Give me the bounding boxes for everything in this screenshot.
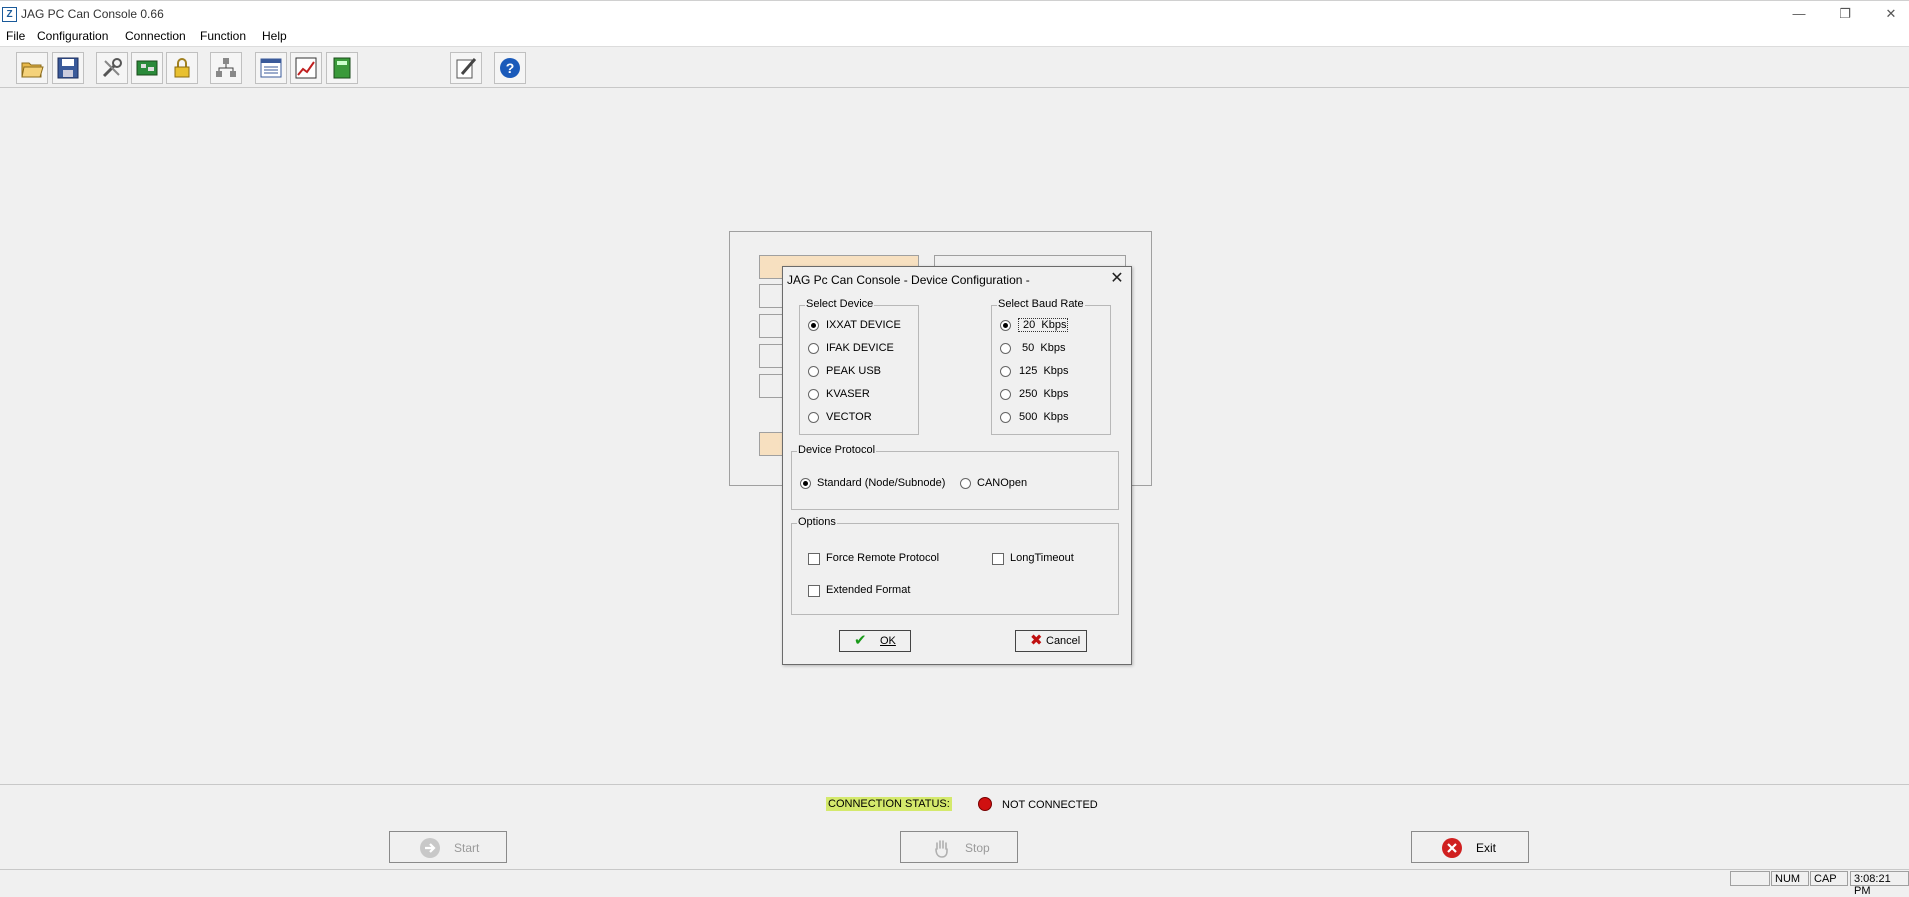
restore-button[interactable]: ❐ xyxy=(1832,5,1858,23)
caps-lock-indicator: CAP xyxy=(1810,871,1848,886)
dialog-title: JAG Pc Can Console - Device Configuratio… xyxy=(787,273,1030,287)
select-device-label: Select Device xyxy=(805,298,875,310)
stop-button[interactable]: Stop xyxy=(900,831,1018,863)
arrow-right-icon xyxy=(420,838,440,858)
select-baud-rate-group: Select Baud Rate 20 Kbps 50 Kbps 125 Kbp… xyxy=(991,298,1111,435)
status-bar: NUM CAP 3:08:21 PM xyxy=(0,869,1909,897)
tools-icon[interactable] xyxy=(96,52,128,84)
device-protocol-group: Device Protocol Standard (Node/Subnode) … xyxy=(791,444,1119,510)
check-icon: ✔ xyxy=(854,632,867,649)
app-icon: Z xyxy=(2,7,17,22)
hand-stop-icon xyxy=(931,838,951,858)
network-icon[interactable] xyxy=(210,52,242,84)
num-lock-indicator: NUM xyxy=(1771,871,1809,886)
x-icon: ✖ xyxy=(1030,632,1043,649)
statusbar-empty-cell xyxy=(1730,871,1770,886)
ok-button[interactable]: ✔ OK xyxy=(839,630,911,652)
open-folder-icon[interactable] xyxy=(16,52,48,84)
title-bar: Z JAG PC Can Console 0.66 — ❐ ✕ xyxy=(0,0,1909,27)
connection-status-label: CONNECTION STATUS: xyxy=(826,797,952,811)
chart-icon[interactable] xyxy=(290,52,322,84)
edit-icon[interactable] xyxy=(450,52,482,84)
menu-function[interactable]: Function xyxy=(200,29,246,43)
lock-icon[interactable] xyxy=(166,52,198,84)
book-icon[interactable] xyxy=(326,52,358,84)
options-label: Options xyxy=(797,516,837,528)
options-group: Options Force Remote Protocol LongTimeou… xyxy=(791,516,1119,615)
menu-configuration[interactable]: Configuration xyxy=(37,29,108,43)
separator xyxy=(0,784,1909,785)
menu-bar: File Configuration Connection Function H… xyxy=(0,26,1909,47)
menu-file[interactable]: File xyxy=(6,29,25,43)
device-protocol-label: Device Protocol xyxy=(797,444,877,456)
clock: 3:08:21 PM xyxy=(1850,871,1909,897)
help-icon[interactable]: ? xyxy=(494,52,526,84)
exit-button[interactable]: Exit xyxy=(1411,831,1529,863)
window-title: JAG PC Can Console 0.66 xyxy=(21,7,164,21)
toolbar: ? xyxy=(0,47,1909,88)
menu-connection[interactable]: Connection xyxy=(125,29,186,43)
circuit-board-icon[interactable] xyxy=(131,52,163,84)
menu-help[interactable]: Help xyxy=(262,29,287,43)
list-window-icon[interactable] xyxy=(255,52,287,84)
device-configuration-dialog: JAG Pc Can Console - Device Configuratio… xyxy=(782,266,1132,665)
connection-status-value: NOT CONNECTED xyxy=(1002,799,1098,811)
save-icon[interactable] xyxy=(52,52,84,84)
close-window-button[interactable]: ✕ xyxy=(1878,5,1904,23)
start-button[interactable]: Start xyxy=(389,831,507,863)
dialog-close-icon[interactable]: ✕ xyxy=(1107,270,1127,288)
select-baud-rate-label: Select Baud Rate xyxy=(997,298,1085,310)
exit-x-icon xyxy=(1442,838,1462,858)
svg-text:?: ? xyxy=(506,60,515,76)
status-indicator-icon xyxy=(978,797,992,811)
select-device-group: Select Device IXXAT DEVICE IFAK DEVICE P… xyxy=(799,298,919,435)
cancel-button[interactable]: ✖ Cancel xyxy=(1015,630,1087,652)
minimize-button[interactable]: — xyxy=(1786,5,1812,23)
